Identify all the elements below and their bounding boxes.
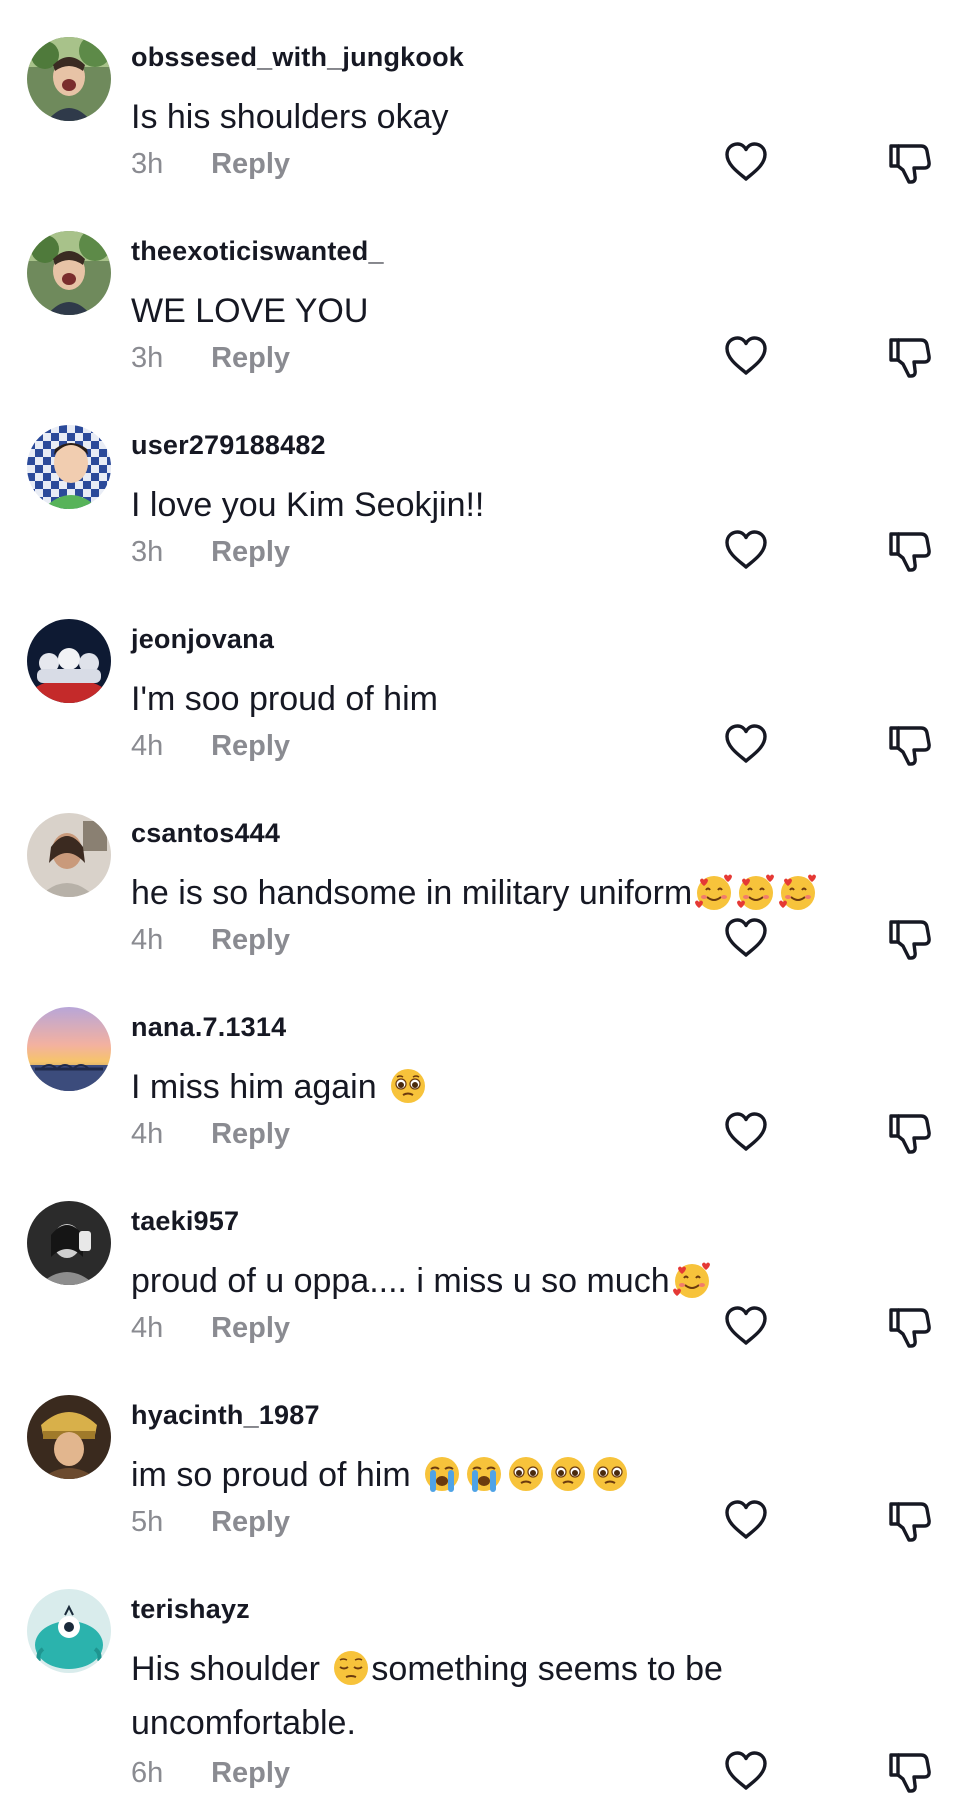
comment-meta: 4h Reply xyxy=(131,1118,290,1151)
comment-username[interactable]: nana.7.1314 xyxy=(131,1012,286,1043)
thumbs-down-outline-icon[interactable] xyxy=(885,914,933,962)
heart-outline-icon[interactable] xyxy=(722,138,770,186)
comment-meta: 3h Reply xyxy=(131,148,290,181)
thumbs-down-outline-icon[interactable] xyxy=(885,526,933,574)
comment-text: His shoulder something seems to be uncom… xyxy=(131,1642,791,1750)
comment-text-body: im so proud of him xyxy=(131,1456,421,1494)
comment-time: 6h xyxy=(131,1757,164,1789)
thumbs-down-outline-icon[interactable] xyxy=(885,1302,933,1350)
smiling-face-with-hearts-icon xyxy=(737,874,775,910)
avatar[interactable] xyxy=(27,1395,111,1479)
reply-button[interactable]: Reply xyxy=(211,342,290,375)
pleading-face-icon xyxy=(551,1457,586,1491)
comment-time: 3h xyxy=(131,536,164,568)
thumbs-down-outline-icon[interactable] xyxy=(885,1496,933,1544)
comment-time: 3h xyxy=(131,148,164,180)
reply-button[interactable]: Reply xyxy=(211,730,290,763)
comment-username[interactable]: obssesed_with_jungkook xyxy=(131,42,464,73)
reply-button[interactable]: Reply xyxy=(211,1506,290,1539)
comment-item: terishayz His shoulder something seems t… xyxy=(0,1552,960,1807)
comment-text: Is his shoulders okay xyxy=(131,98,449,136)
reply-button[interactable]: Reply xyxy=(211,1118,290,1151)
heart-outline-icon[interactable] xyxy=(722,1108,770,1156)
comment-text: WE LOVE YOU xyxy=(131,292,369,330)
comment-text: proud of u oppa.... i miss u so much xyxy=(131,1254,891,1308)
comment-list: obssesed_with_jungkook Is his shoulders … xyxy=(0,0,960,1807)
pleading-face-icon xyxy=(509,1457,544,1491)
comment-meta: 3h Reply xyxy=(131,536,290,569)
comment-time: 4h xyxy=(131,924,164,956)
smiling-face-with-hearts-icon xyxy=(779,874,817,910)
comment-item: csantos444 he is so handsome in military… xyxy=(0,776,960,970)
comment-item: nana.7.1314 I miss him again 4h Reply xyxy=(0,970,960,1164)
avatar[interactable] xyxy=(27,1201,111,1285)
loudly-crying-face-icon xyxy=(425,1457,460,1492)
comment-time: 4h xyxy=(131,730,164,762)
comment-meta: 5h Reply xyxy=(131,1506,290,1539)
comment-item: obssesed_with_jungkook Is his shoulders … xyxy=(0,0,960,194)
comment-meta: 4h Reply xyxy=(131,730,290,763)
thumbs-down-outline-icon[interactable] xyxy=(885,138,933,186)
heart-outline-icon[interactable] xyxy=(722,720,770,768)
comment-item: user279188482 I love you Kim Seokjin!! 3… xyxy=(0,388,960,582)
loudly-crying-face-icon xyxy=(467,1457,502,1492)
comment-meta: 4h Reply xyxy=(131,924,290,957)
pleading-face-icon xyxy=(593,1457,628,1491)
comment-text-body: I miss him again xyxy=(131,1068,387,1106)
heart-outline-icon[interactable] xyxy=(722,526,770,574)
pleading-face-icon xyxy=(391,1069,426,1103)
heart-outline-icon[interactable] xyxy=(722,1496,770,1544)
comment-item: jeonjovana I'm soo proud of him 4h Reply xyxy=(0,582,960,776)
avatar[interactable] xyxy=(27,1589,111,1673)
thumbs-down-outline-icon[interactable] xyxy=(885,332,933,380)
smiling-face-with-hearts-icon xyxy=(672,1262,710,1298)
comment-username[interactable]: jeonjovana xyxy=(131,624,274,655)
comment-meta: 6h Reply xyxy=(131,1757,290,1790)
thumbs-down-outline-icon[interactable] xyxy=(885,1747,933,1795)
comment-text-body: he is so handsome in military uniform xyxy=(131,874,693,912)
avatar[interactable] xyxy=(27,813,111,897)
avatar[interactable] xyxy=(27,231,111,315)
thumbs-down-outline-icon[interactable] xyxy=(885,1108,933,1156)
comment-item: hyacinth_1987 im so proud of him 5h Repl… xyxy=(0,1358,960,1552)
comment-username[interactable]: user279188482 xyxy=(131,430,326,461)
thumbs-down-outline-icon[interactable] xyxy=(885,720,933,768)
comment-text: im so proud of him xyxy=(131,1448,891,1502)
avatar[interactable] xyxy=(27,425,111,509)
pensive-face-icon xyxy=(334,1651,369,1685)
comment-time: 5h xyxy=(131,1506,164,1538)
comment-text-body: proud of u oppa.... i miss u so much xyxy=(131,1262,670,1300)
heart-outline-icon[interactable] xyxy=(722,332,770,380)
heart-outline-icon[interactable] xyxy=(722,1747,770,1795)
comment-username[interactable]: csantos444 xyxy=(131,818,280,849)
comment-username[interactable]: taeki957 xyxy=(131,1206,239,1237)
avatar[interactable] xyxy=(27,37,111,121)
heart-outline-icon[interactable] xyxy=(722,1302,770,1350)
avatar[interactable] xyxy=(27,1007,111,1091)
comment-item: theexoticiswanted_ WE LOVE YOU 3h Reply xyxy=(0,194,960,388)
comment-item: taeki957 proud of u oppa.... i miss u so… xyxy=(0,1164,960,1358)
comment-username[interactable]: terishayz xyxy=(131,1594,250,1625)
comment-text-body: His shoulder xyxy=(131,1650,330,1688)
reply-button[interactable]: Reply xyxy=(211,1757,290,1790)
comment-text: I miss him again xyxy=(131,1060,891,1114)
reply-button[interactable]: Reply xyxy=(211,536,290,569)
comment-text: I'm soo proud of him xyxy=(131,680,438,718)
comment-text: I love you Kim Seokjin!! xyxy=(131,486,485,524)
reply-button[interactable]: Reply xyxy=(211,148,290,181)
comment-username[interactable]: hyacinth_1987 xyxy=(131,1400,320,1431)
comment-username[interactable]: theexoticiswanted_ xyxy=(131,236,384,267)
avatar[interactable] xyxy=(27,619,111,703)
comment-meta: 4h Reply xyxy=(131,1312,290,1345)
comment-time: 4h xyxy=(131,1312,164,1344)
reply-button[interactable]: Reply xyxy=(211,1312,290,1345)
comment-meta: 3h Reply xyxy=(131,342,290,375)
comment-time: 4h xyxy=(131,1118,164,1150)
heart-outline-icon[interactable] xyxy=(722,914,770,962)
smiling-face-with-hearts-icon xyxy=(695,874,733,910)
comment-time: 3h xyxy=(131,342,164,374)
comment-text: he is so handsome in military uniform xyxy=(131,866,891,920)
reply-button[interactable]: Reply xyxy=(211,924,290,957)
